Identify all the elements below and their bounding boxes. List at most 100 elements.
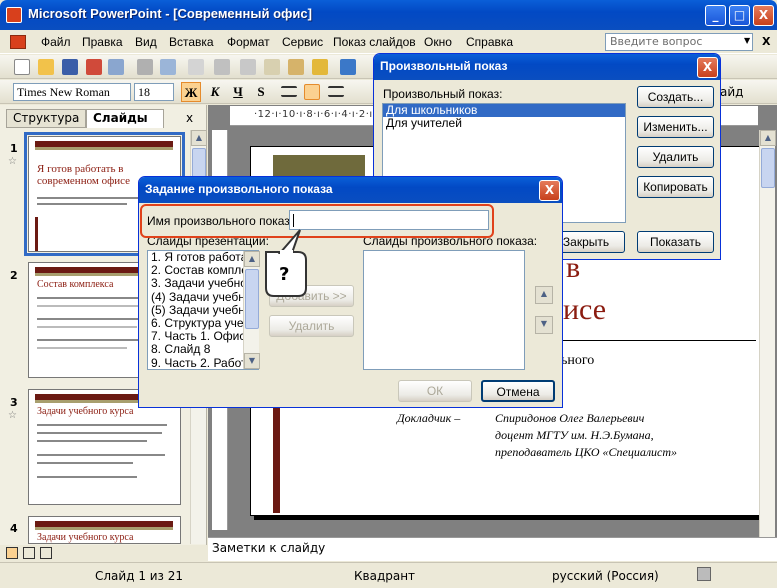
open-icon[interactable] — [38, 59, 54, 75]
menu-help[interactable]: Справка — [466, 35, 513, 49]
thumb-accent — [35, 217, 38, 251]
bold-button[interactable]: Ж — [181, 82, 201, 102]
scroll-up-icon[interactable]: ▲ — [191, 130, 207, 146]
spelling-status-icon[interactable] — [697, 567, 711, 581]
minimize-button[interactable]: _ — [705, 5, 726, 26]
italic-button[interactable]: К — [205, 82, 225, 102]
print-preview-icon[interactable] — [160, 59, 176, 75]
slide-number-2: 2 — [10, 269, 18, 282]
menu-file[interactable]: Файл — [41, 35, 71, 49]
status-slide-count: Слайд 1 из 21 — [95, 569, 184, 583]
slide-number-4: 4 — [10, 522, 18, 535]
tab-slides[interactable]: Слайды — [86, 109, 164, 128]
define-show-close-button[interactable]: X — [539, 180, 560, 201]
ok-button[interactable]: ОК — [398, 380, 472, 402]
menu-slideshow[interactable]: Показ слайдов — [333, 35, 416, 49]
align-left-icon[interactable] — [281, 86, 297, 97]
show-button[interactable]: Показать — [637, 231, 714, 253]
thumb-title: Задачи учебного курса — [37, 532, 134, 543]
list-item[interactable]: Для учителей — [383, 117, 625, 130]
menu-edit[interactable]: Правка — [82, 35, 123, 49]
spelling-icon[interactable] — [188, 59, 204, 75]
presenter-name: Спиридонов Олег Валерьевич — [495, 411, 645, 425]
list-item[interactable]: 8. Слайд 8 — [148, 343, 258, 356]
slideshow-view-icon[interactable] — [40, 547, 52, 559]
tab-outline[interactable]: Структура — [6, 109, 86, 128]
remove-slides-button[interactable]: Удалить — [269, 315, 354, 337]
menu-insert[interactable]: Вставка — [169, 35, 214, 49]
copy-button[interactable]: Копировать — [637, 176, 714, 198]
cancel-button[interactable]: Отмена — [481, 380, 555, 402]
normal-view-icon[interactable] — [6, 547, 18, 559]
slide-sorter-icon[interactable] — [23, 547, 35, 559]
slide-title-fragment-2: исе — [563, 293, 607, 326]
underline-button[interactable]: Ч — [228, 82, 248, 102]
thumb-text-line — [37, 462, 133, 464]
thumb-text-line — [37, 424, 167, 426]
scroll-thumb[interactable] — [761, 148, 775, 188]
editor-scrollbar[interactable]: ▲ — [759, 130, 776, 537]
callout-bubble — [265, 229, 307, 297]
print-icon[interactable] — [137, 59, 153, 75]
maximize-button[interactable]: □ — [729, 5, 750, 26]
copy-icon[interactable] — [264, 59, 280, 75]
align-right-icon[interactable] — [328, 86, 344, 97]
edit-button[interactable]: Изменить... — [637, 116, 714, 138]
email-icon[interactable] — [108, 59, 124, 75]
notes-pane[interactable]: Заметки к слайду — [208, 537, 777, 561]
slide-thumbnail-4[interactable]: Задачи учебного курса — [28, 516, 181, 544]
research-icon[interactable] — [214, 59, 230, 75]
scroll-thumb[interactable] — [245, 269, 259, 329]
scroll-up-icon[interactable]: ▲ — [760, 130, 776, 146]
help-search-input[interactable]: Введите вопрос — [605, 33, 753, 51]
font-name-combo[interactable]: Times New Roman — [13, 83, 131, 101]
menu-window[interactable]: Окно — [424, 35, 452, 49]
menu-tools[interactable]: Сервис — [282, 35, 323, 49]
list-item[interactable]: 3. Задачи учебного — [148, 277, 258, 290]
align-center-icon[interactable] — [304, 84, 320, 100]
highlight-frame — [140, 204, 494, 238]
presenter-position: доцент МГТУ им. Н.Э.Бумана, — [495, 428, 654, 442]
scroll-down-icon[interactable]: ▼ — [244, 353, 260, 369]
scroll-up-icon[interactable]: ▲ — [244, 251, 260, 267]
thumb-text-line — [37, 454, 165, 456]
list-item[interactable]: (4) Задачи учебного — [148, 290, 258, 304]
paste-icon[interactable] — [288, 59, 304, 75]
design-button[interactable]: айд — [720, 85, 743, 99]
presentation-slides-scrollbar[interactable]: ▲ ▼ — [243, 251, 260, 369]
transition-star-icon: ☆ — [8, 410, 17, 421]
thumb-band — [35, 147, 173, 150]
shadow-button[interactable]: S — [251, 82, 271, 102]
help-dropdown-icon[interactable]: ▼ — [744, 36, 750, 45]
custom-show-slides-list[interactable] — [363, 250, 525, 370]
callout-text: ? — [279, 264, 290, 285]
menu-format[interactable]: Формат — [227, 35, 270, 49]
window-titlebar: Microsoft PowerPoint - [Современный офис… — [0, 0, 777, 30]
save-icon[interactable] — [62, 59, 78, 75]
thumb-text-line — [37, 203, 127, 205]
font-size-combo[interactable]: 18 — [134, 83, 174, 101]
move-up-icon[interactable]: ▲ — [535, 286, 553, 304]
new-icon[interactable] — [14, 59, 30, 75]
move-down-icon[interactable]: ▼ — [535, 316, 553, 334]
custom-show-list-label: Произвольный показ: — [383, 87, 503, 101]
close-button[interactable]: X — [753, 5, 774, 26]
list-item[interactable]: 9. Часть 2. Работа — [148, 356, 258, 369]
delete-button[interactable]: Удалить — [637, 146, 714, 168]
view-buttons — [0, 545, 207, 561]
format-painter-icon[interactable] — [312, 59, 328, 75]
close-document-button[interactable]: X — [762, 35, 770, 48]
permission-icon[interactable] — [86, 59, 102, 75]
custom-show-close-button[interactable]: X — [697, 57, 718, 78]
undo-icon[interactable] — [340, 59, 356, 75]
transition-star-icon: ☆ — [8, 156, 17, 167]
cut-icon[interactable] — [240, 59, 256, 75]
pane-close-icon[interactable]: x — [186, 111, 193, 125]
define-show-dialog-title: Задание произвольного показа — [139, 177, 562, 203]
menu-view[interactable]: Вид — [135, 35, 157, 49]
powerpoint-app-icon[interactable] — [6, 7, 22, 23]
list-item[interactable]: (5) Задачи учебного — [148, 303, 258, 317]
create-button[interactable]: Создать... — [637, 86, 714, 108]
thumb-text-line — [37, 305, 147, 307]
document-icon[interactable] — [10, 35, 26, 49]
